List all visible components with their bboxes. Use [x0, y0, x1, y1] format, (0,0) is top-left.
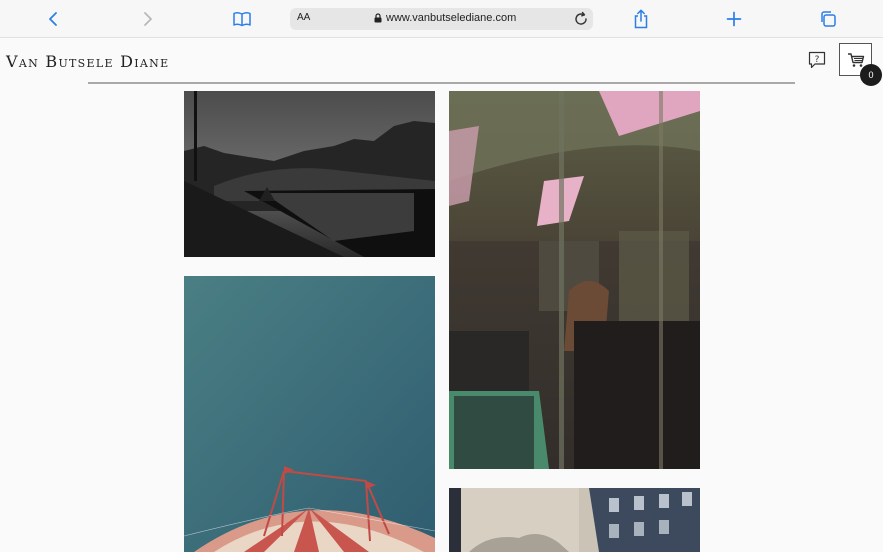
header-divider — [88, 82, 795, 84]
url-display[interactable]: www.vanbutselediane.com — [374, 12, 516, 24]
gallery-photo-river[interactable] — [184, 91, 435, 257]
new-tab-icon[interactable] — [721, 6, 747, 32]
browser-toolbar: AA www.vanbutselediane.com — [0, 0, 883, 38]
gallery-photo-street[interactable] — [449, 488, 700, 552]
forward-icon[interactable] — [134, 6, 160, 32]
address-bar[interactable]: AA www.vanbutselediane.com — [290, 8, 593, 30]
help-icon[interactable]: ? — [808, 51, 826, 69]
svg-text:?: ? — [815, 55, 820, 65]
reader-view-button[interactable]: AA — [297, 12, 310, 23]
url-text: www.vanbutselediane.com — [386, 12, 517, 24]
site-title[interactable]: Van Butsele Diane — [6, 52, 169, 71]
bookmarks-icon[interactable] — [229, 6, 255, 32]
back-icon[interactable] — [41, 6, 67, 32]
reload-icon[interactable] — [573, 11, 589, 27]
lock-icon — [374, 13, 382, 23]
cart-count-badge: 0 — [860, 64, 882, 86]
gallery-photo-tram[interactable] — [449, 91, 700, 469]
share-icon[interactable] — [628, 6, 654, 32]
site-header: Van Butsele Diane — [0, 38, 883, 84]
tabs-icon[interactable] — [815, 6, 841, 32]
gallery-photo-circus[interactable] — [184, 276, 435, 552]
cart-icon — [847, 52, 864, 67]
